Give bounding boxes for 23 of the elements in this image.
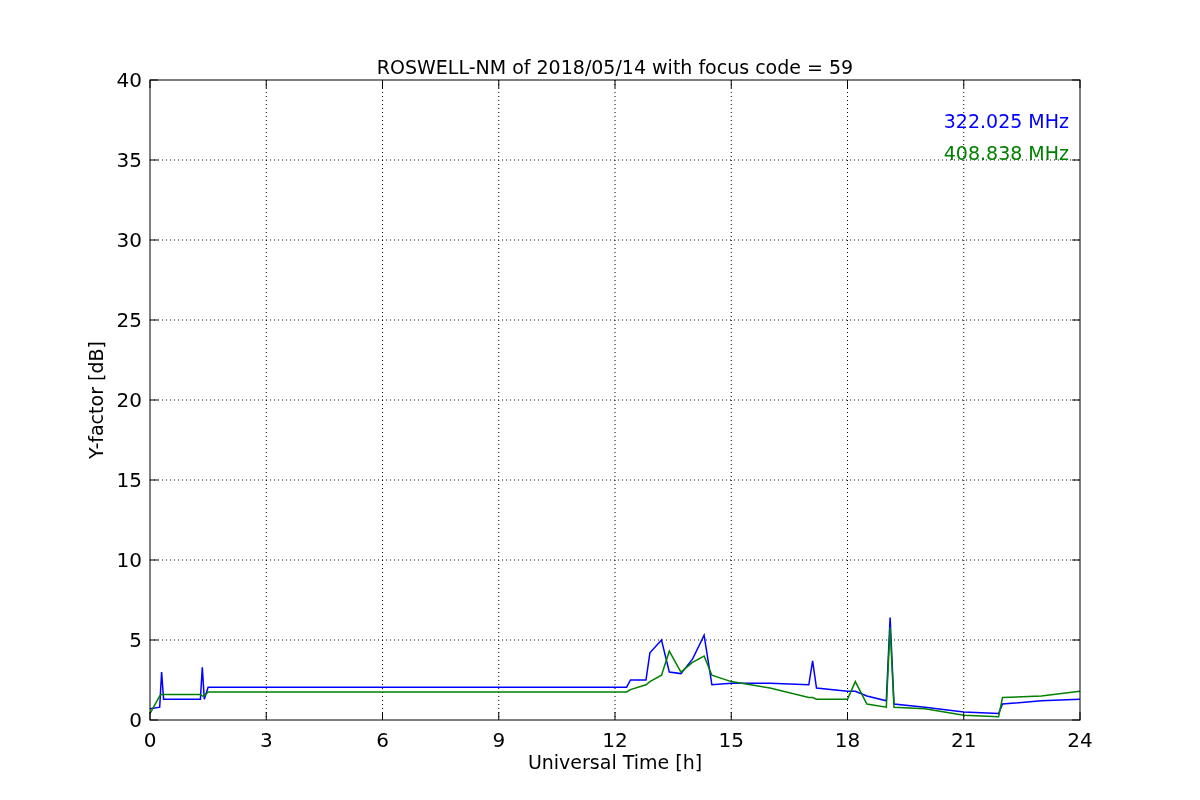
y-tick-label: 15 <box>116 468 142 492</box>
x-tick-label: 0 <box>143 728 157 752</box>
y-tick-label: 20 <box>116 388 142 412</box>
x-axis-label: Universal Time [h] <box>527 751 703 773</box>
y-tick-label: 35 <box>116 148 142 172</box>
chart-title: ROSWELL-NM of 2018/05/14 with focus code = 59 <box>376 56 854 78</box>
legend-label: 408.838 MHz <box>943 142 1069 164</box>
y-tick-label: 30 <box>116 228 142 252</box>
legend-label: 322.025 MHz <box>943 110 1069 132</box>
y-tick-label: 25 <box>116 308 142 332</box>
x-tick-label: 15 <box>718 728 744 752</box>
y-axis-label: Y-factor [dB] <box>85 341 107 459</box>
x-tick-label: 24 <box>1067 728 1093 752</box>
y-tick-label: 5 <box>129 628 142 652</box>
x-tick-label: 21 <box>951 728 977 752</box>
y-tick-label: 10 <box>116 548 142 572</box>
x-tick-label: 3 <box>259 728 273 752</box>
y-tick-label: 40 <box>116 68 142 92</box>
x-tick-label: 6 <box>376 728 389 752</box>
y-tick-label: 0 <box>129 708 142 732</box>
x-tick-label: 12 <box>602 728 628 752</box>
x-tick-label: 18 <box>834 728 861 752</box>
x-tick-label: 9 <box>492 728 506 752</box>
